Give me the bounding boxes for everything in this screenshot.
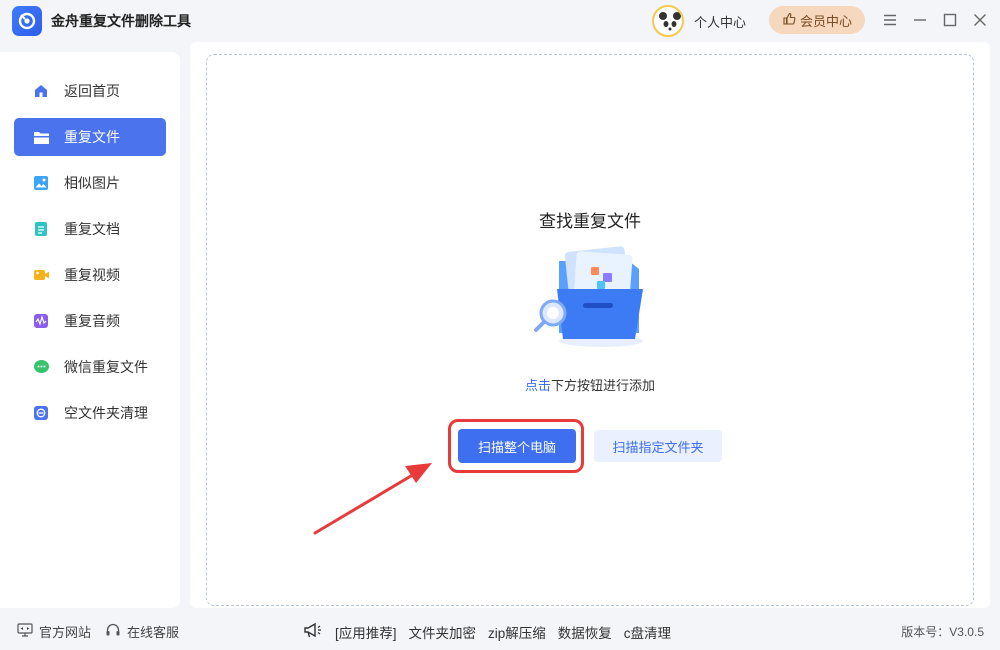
main-panel: 查找重复文件 点击下方按钮进行添加 扫描整个电脑 扫描指定文件夹 (190, 42, 990, 608)
sidebar-item-home[interactable]: 返回首页 (14, 72, 166, 110)
hint-text: 下方按钮进行添加 (551, 378, 656, 393)
scan-specified-folder-button[interactable]: 扫描指定文件夹 (594, 430, 722, 462)
sidebar-item-duplicate-videos[interactable]: 重复视频 (14, 256, 166, 294)
footer: 官方网站 在线客服 [应用推荐] 文件夹加密 zip解压缩 数据恢复 c盘清理 … (0, 612, 1000, 650)
sidebar-item-empty-folders[interactable]: 空文件夹清理 (14, 394, 166, 432)
video-icon (32, 266, 50, 284)
monitor-icon (17, 623, 33, 640)
sidebar: 返回首页 重复文件 相似图片 重复文档 重复视频 重复音频 微信重复文件 空文件… (0, 52, 180, 608)
sidebar-item-label: 重复视频 (64, 267, 120, 283)
hint-click-link[interactable]: 点击 (525, 378, 551, 393)
sidebar-item-label: 相似图片 (64, 175, 120, 191)
drop-zone[interactable]: 查找重复文件 点击下方按钮进行添加 扫描整个电脑 扫描指定文件夹 (206, 54, 974, 606)
official-website-link[interactable]: 官方网站 (17, 622, 91, 641)
app-recommendations: [应用推荐] 文件夹加密 zip解压缩 数据恢复 c盘清理 (303, 621, 671, 642)
online-support-label: 在线客服 (127, 625, 180, 640)
official-website-label: 官方网站 (39, 625, 92, 640)
sidebar-item-label: 重复文档 (64, 221, 120, 237)
user-center-link[interactable]: 个人中心 (694, 12, 746, 31)
online-support-link[interactable]: 在线客服 (105, 622, 179, 641)
scan-entire-computer-button[interactable]: 扫描整个电脑 (458, 429, 576, 463)
home-icon (32, 82, 50, 100)
headset-icon (105, 622, 121, 641)
close-icon[interactable] (970, 10, 990, 30)
audio-icon (32, 312, 50, 330)
sidebar-item-label: 重复音频 (64, 313, 120, 329)
title-bar: 金舟重复文件删除工具 个人中心 会员中心 (0, 0, 1000, 40)
sidebar-item-label: 空文件夹清理 (64, 405, 148, 421)
sidebar-item-duplicate-audio[interactable]: 重复音频 (14, 302, 166, 340)
empty-folder-icon (32, 404, 50, 422)
sidebar-item-wechat-files[interactable]: 微信重复文件 (14, 348, 166, 386)
document-icon (32, 220, 50, 238)
promo-zip-link[interactable]: zip解压缩 (488, 622, 546, 642)
avatar[interactable] (652, 5, 684, 37)
sidebar-item-label: 重复文件 (64, 129, 120, 145)
image-icon (32, 174, 50, 192)
sidebar-item-similar-images[interactable]: 相似图片 (14, 164, 166, 202)
app-logo-icon (12, 6, 42, 36)
minimize-icon[interactable] (910, 10, 930, 30)
thumbs-up-icon (782, 12, 796, 29)
promo-label: [应用推荐] (335, 625, 397, 641)
menu-icon[interactable] (880, 10, 900, 30)
megaphone-icon (303, 621, 323, 642)
sidebar-item-duplicate-files[interactable]: 重复文件 (14, 118, 166, 156)
vip-center-label: 会员中心 (799, 13, 852, 29)
folder-icon (32, 128, 50, 146)
version-label: 版本号：V3.0.5 (901, 625, 984, 639)
vip-center-button[interactable]: 会员中心 (769, 6, 865, 34)
wechat-icon (32, 358, 50, 376)
page-title: 查找重复文件 (539, 212, 641, 231)
add-hint: 点击下方按钮进行添加 (207, 375, 973, 394)
promo-folder-encryption-link[interactable]: 文件夹加密 (409, 622, 477, 642)
sidebar-item-label: 返回首页 (64, 83, 120, 99)
sidebar-item-label: 微信重复文件 (64, 359, 148, 375)
folder-illustration (534, 246, 643, 347)
app-title: 金舟重复文件删除工具 (51, 13, 191, 29)
promo-data-recovery-link[interactable]: 数据恢复 (558, 622, 612, 642)
sidebar-item-duplicate-docs[interactable]: 重复文档 (14, 210, 166, 248)
promo-c-drive-cleanup-link[interactable]: c盘清理 (624, 622, 671, 642)
maximize-icon[interactable] (940, 10, 960, 30)
